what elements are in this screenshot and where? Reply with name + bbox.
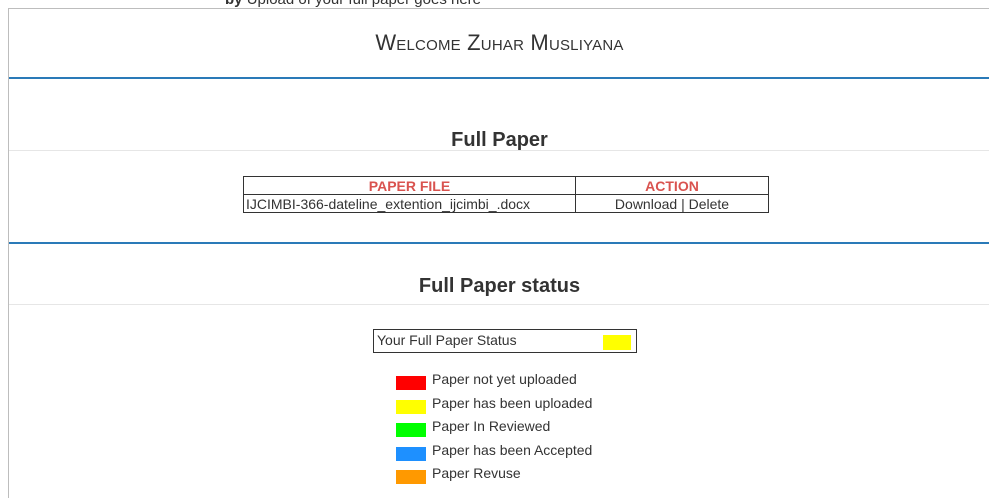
legend-swatch [396, 376, 426, 390]
delete-link[interactable]: Delete [689, 196, 729, 212]
welcome-heading: Welcome Zuhar Musliyana [375, 30, 624, 55]
top-strip-bold: by [225, 0, 243, 8]
main-panel: Welcome Zuhar Musliyana Full Paper PAPER… [8, 8, 989, 498]
legend-swatch [396, 470, 426, 484]
section-divider [9, 242, 989, 244]
status-box: Your Full Paper Status [373, 329, 637, 353]
title-underline [9, 304, 989, 305]
table-header-row: PAPER FILE ACTION [243, 176, 769, 195]
paper-file-header: PAPER FILE [243, 176, 576, 195]
action-separator: | [677, 195, 689, 212]
table-row: IJCIMBI-366-dateline_extention_ijcimbi_.… [243, 194, 769, 213]
action-header: ACTION [575, 176, 769, 195]
legend-label: Paper In Reviewed [432, 418, 551, 434]
legend-swatch [396, 399, 426, 414]
legend-label: Paper not yet uploaded [432, 371, 577, 387]
legend-swatch [396, 446, 426, 461]
legend-swatch [396, 423, 426, 437]
paper-file-name: IJCIMBI-366-dateline_extention_ijcimbi_.… [243, 194, 576, 213]
top-strip: by Upload of your full paper goes here [0, 0, 989, 8]
legend-label: Paper has been Accepted [432, 441, 593, 458]
download-link[interactable]: Download [615, 196, 677, 212]
top-strip-rest: Upload of your full paper goes here [247, 0, 481, 8]
status-color-indicator [603, 335, 631, 350]
status-label: Your Full Paper Status [377, 332, 517, 348]
full-paper-status-title: Full Paper status [418, 275, 581, 297]
legend-label: Paper has been uploaded [432, 394, 593, 411]
section-divider [9, 77, 989, 79]
title-underline [9, 150, 989, 151]
legend-label: Paper Revuse [432, 465, 521, 481]
action-cell: Download | Delete [575, 194, 769, 213]
full-paper-title: Full Paper [451, 129, 548, 151]
paper-file-table: PAPER FILE ACTION IJCIMBI-366-dateline_e… [243, 176, 769, 213]
top-strip-text: by Upload of your full paper goes here [225, 0, 481, 8]
